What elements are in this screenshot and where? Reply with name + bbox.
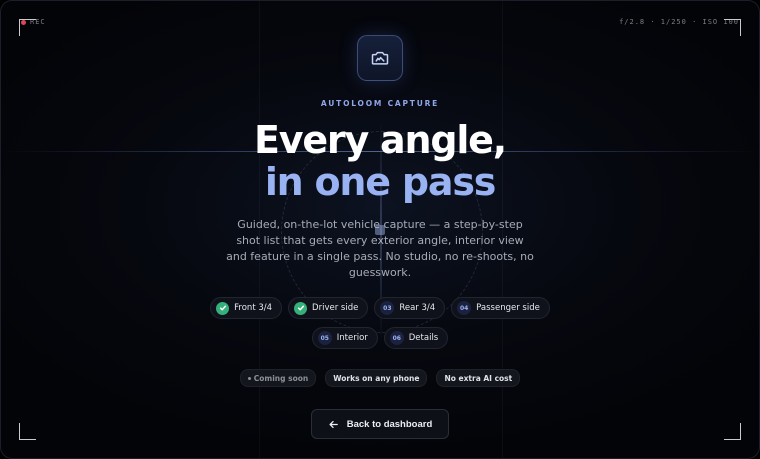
hero-description: Guided, on-the-lot vehicle capture — a s…: [226, 218, 534, 279]
shot-step-label: Passenger side: [476, 303, 540, 313]
shot-step-passenger-side: 04 Passenger side: [451, 297, 550, 319]
camera-icon: [371, 51, 389, 65]
hero-content: AUTOLOOM CAPTURE Every angle, in one pas…: [1, 1, 759, 439]
shot-step-details: 06 Details: [383, 327, 449, 349]
status-dot-icon: [247, 376, 251, 380]
shot-step-label: Rear 3/4: [399, 303, 436, 313]
shot-step-label: Interior: [336, 333, 368, 343]
coming-soon-badge: Coming soon: [239, 369, 317, 387]
shot-step-label: Details: [408, 333, 439, 343]
capture-screen: REC f/2.8 · 1/250 · ISO 100 AUTOLOOM CAP…: [0, 0, 760, 459]
shot-step-number: 06: [389, 331, 404, 345]
back-button-label: Back to dashboard: [346, 418, 433, 430]
eyebrow-label: AUTOLOOM CAPTURE: [320, 99, 440, 108]
no-ai-cost-badge: No extra AI cost: [436, 369, 521, 387]
shot-step-label: Front 3/4: [234, 303, 273, 313]
shot-step-number: 03: [380, 301, 395, 315]
coming-soon-label: Coming soon: [253, 373, 309, 383]
check-icon: [216, 301, 230, 315]
shot-step-number: 04: [457, 301, 472, 315]
shot-step-front-34: Front 3/4: [210, 297, 283, 319]
check-icon: [294, 301, 308, 315]
headline-line-1: Every angle,: [254, 118, 507, 162]
app-icon: [357, 35, 403, 81]
headline-line-2: in one pass: [264, 160, 497, 204]
shot-step-rear-34: 03 Rear 3/4: [374, 297, 446, 319]
shot-list: Front 3/4 Driver side 03 Rear 3/4 04 Pas…: [180, 297, 580, 349]
feature-badges: Coming soon Works on any phone No extra …: [239, 369, 521, 387]
shot-step-label: Driver side: [312, 303, 359, 313]
shot-step-number: 05: [317, 331, 332, 345]
shot-step-interior: 05 Interior: [311, 327, 378, 349]
arrow-left-icon: [329, 420, 338, 428]
back-to-dashboard-button[interactable]: Back to dashboard: [310, 409, 450, 439]
shot-step-driver-side: Driver side: [288, 297, 369, 319]
any-phone-badge: Works on any phone: [325, 369, 428, 387]
